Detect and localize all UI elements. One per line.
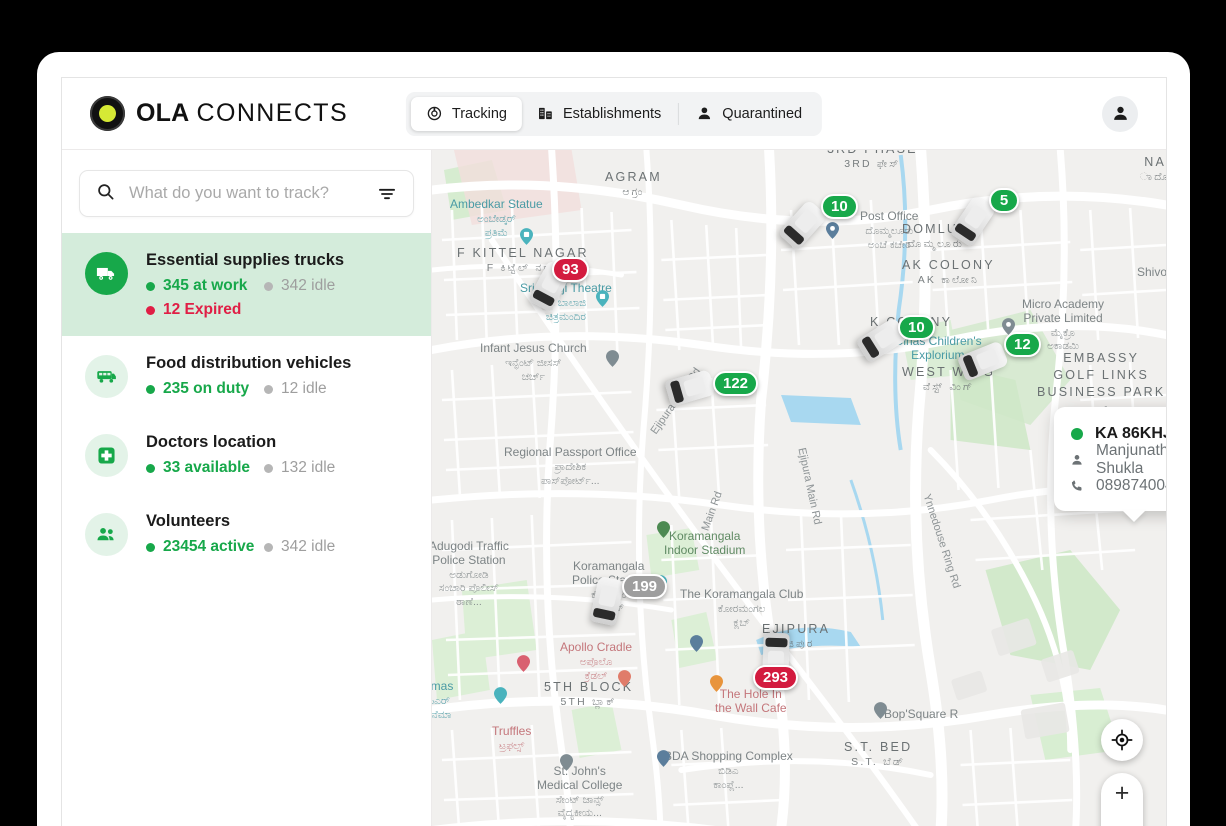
list-item-body: Doctors location 33 available 132 idle xyxy=(146,432,335,477)
app-body: Essential supplies trucks 345 at work 34… xyxy=(62,150,1166,826)
stat-primary: 33 available xyxy=(146,459,264,477)
list-item-volunteers[interactable]: Volunteers 23454 active 342 idle xyxy=(62,494,431,573)
stat-primary: 235 on duty xyxy=(146,380,264,398)
app-window: OLA CONNECTS Tracking xyxy=(61,77,1167,826)
list-item-stats: 345 at work 342 idle xyxy=(146,277,344,295)
stat-expired: 12 Expired xyxy=(146,301,344,319)
person-icon xyxy=(1070,453,1084,467)
popup-driver: Manjunath Shukla xyxy=(1096,442,1166,478)
popup-driver-row: Manjunath Shukla xyxy=(1070,447,1166,472)
filter-icon[interactable] xyxy=(377,184,397,204)
vehicle-badge[interactable]: 199 xyxy=(622,574,667,599)
tracking-list: Essential supplies trucks 345 at work 34… xyxy=(62,233,431,573)
popup-plate: KA 86KHJG xyxy=(1095,425,1166,443)
brand-normal: CONNECTS xyxy=(197,99,348,127)
status-dot xyxy=(1071,428,1083,440)
vehicle-badge[interactable]: 10 xyxy=(821,194,858,219)
stat-idle: 342 idle xyxy=(264,277,335,295)
popup-tail xyxy=(1122,510,1146,522)
tab-quarantined[interactable]: Quarantined xyxy=(681,97,817,131)
target-icon xyxy=(426,105,443,122)
tab-group: Tracking xyxy=(406,92,822,136)
brand-title: OLA CONNECTS xyxy=(136,99,348,128)
avatar[interactable] xyxy=(1102,96,1138,132)
list-item-title: Essential supplies trucks xyxy=(146,251,344,270)
search-bar[interactable] xyxy=(79,170,414,217)
zoom-out-button[interactable]: − xyxy=(1101,814,1143,826)
device-frame: OLA CONNECTS Tracking xyxy=(37,52,1190,826)
building-icon xyxy=(537,105,554,122)
list-item-food-distribution-vehicles[interactable]: Food distribution vehicles 235 on duty 1… xyxy=(62,336,431,415)
ola-logo-icon xyxy=(90,96,125,131)
people-icon xyxy=(85,513,128,556)
vehicle-badge[interactable]: 10 xyxy=(898,315,935,340)
stat-idle: 12 idle xyxy=(264,380,327,398)
zoom-controls: + − xyxy=(1101,773,1143,826)
search-input[interactable] xyxy=(129,184,363,203)
app-header: OLA CONNECTS Tracking xyxy=(62,78,1166,150)
locate-icon xyxy=(1111,729,1133,751)
vehicle-badge[interactable]: 293 xyxy=(753,665,798,690)
vehicle-info-popup: KA 86KHJG Manjunath Shukla 08987400432 xyxy=(1054,407,1166,511)
locate-button[interactable] xyxy=(1101,719,1143,761)
list-item-stats: 235 on duty 12 idle xyxy=(146,380,351,398)
sidebar: Essential supplies trucks 345 at work 34… xyxy=(62,150,432,826)
list-item-body: Volunteers 23454 active 342 idle xyxy=(146,511,335,556)
medical-cross-icon xyxy=(85,434,128,477)
list-item-stats: 23454 active 342 idle xyxy=(146,538,335,556)
list-item-stats: 33 available 132 idle xyxy=(146,459,335,477)
popup-phone: 08987400432 xyxy=(1096,477,1166,495)
brand-bold: OLA xyxy=(136,99,189,127)
tab-tracking-label: Tracking xyxy=(452,106,507,122)
tab-establishments-label: Establishments xyxy=(563,106,661,122)
search-container xyxy=(62,150,431,225)
vehicle-badge[interactable]: 5 xyxy=(989,188,1019,213)
list-item-title: Volunteers xyxy=(146,512,335,531)
list-item-essential-supplies-trucks[interactable]: Essential supplies trucks 345 at work 34… xyxy=(62,233,431,336)
tab-establishments[interactable]: Establishments xyxy=(522,97,676,131)
tab-tracking[interactable]: Tracking xyxy=(411,97,522,131)
stat-idle: 342 idle xyxy=(264,538,335,556)
vehicle-badge[interactable]: 122 xyxy=(713,371,758,396)
list-item-doctors-location[interactable]: Doctors location 33 available 132 idle xyxy=(62,415,431,494)
brand-logo: OLA CONNECTS xyxy=(90,96,348,131)
person-icon xyxy=(696,105,713,122)
zoom-in-button[interactable]: + xyxy=(1101,773,1143,814)
phone-icon xyxy=(1070,479,1084,493)
stat-primary: 345 at work xyxy=(146,277,264,295)
list-item-body: Food distribution vehicles 235 on duty 1… xyxy=(146,353,351,398)
popup-phone-row: 08987400432 xyxy=(1070,473,1166,498)
list-item-body: Essential supplies trucks 345 at work 34… xyxy=(146,250,344,319)
list-item-title: Doctors location xyxy=(146,433,335,452)
truck-icon xyxy=(85,252,128,295)
tab-quarantined-label: Quarantined xyxy=(722,106,802,122)
screen: OLA CONNECTS Tracking xyxy=(0,0,1226,826)
map-canvas[interactable]: AGRAMಆಗ್ರಂ 3RD PHASE3RD ಫೇಸ್ DOMLURದೊಮ್ಮ… xyxy=(432,150,1166,826)
van-icon xyxy=(85,355,128,398)
list-item-title: Food distribution vehicles xyxy=(146,354,351,373)
vehicle-badge[interactable]: 12 xyxy=(1004,332,1041,357)
tab-divider xyxy=(678,103,679,125)
stat-primary: 23454 active xyxy=(146,538,264,556)
vehicle-badge[interactable]: 93 xyxy=(552,257,589,282)
search-icon xyxy=(96,182,115,206)
stat-idle: 132 idle xyxy=(264,459,335,477)
user-icon xyxy=(1111,104,1130,123)
